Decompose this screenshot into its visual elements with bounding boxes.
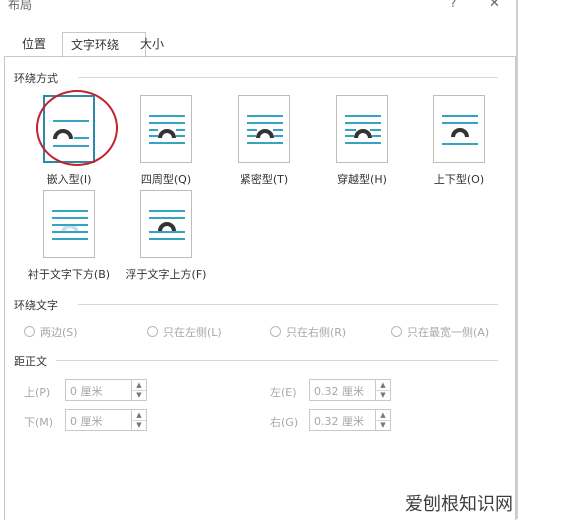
distance-top-label: 上(P) [24, 386, 51, 399]
wrap-label-tight: 紧密型(T) [239, 173, 289, 186]
wrap-text-section-label: 环绕文字 [14, 299, 58, 312]
highlight-ring [36, 90, 118, 166]
section-divider [78, 77, 498, 78]
spinner-value: 0 厘米 [70, 415, 103, 428]
radio-label: 只在左侧(L) [163, 326, 222, 339]
radio-label: 只在右侧(R) [286, 326, 347, 339]
spinner-value: 0 厘米 [70, 385, 103, 398]
wrap-thumb-behind-text [43, 190, 95, 258]
wrap-label-behind-text: 衬于文字下方(B) [27, 268, 111, 281]
wrap-label-top-bottom: 上下型(O) [433, 173, 485, 186]
radio-circle [391, 326, 402, 337]
wrap-thumb-top-bottom [433, 95, 485, 163]
distance-bottom-spinner[interactable]: 0 厘米 ▲ ▼ [65, 409, 147, 431]
behind-text-wrap-icon [52, 210, 88, 240]
radio-circle [270, 326, 281, 337]
spinner-buttons: ▲ ▼ [131, 380, 146, 400]
tab-size[interactable]: 大小 [132, 32, 178, 56]
in-front-of-text-wrap-icon [149, 210, 185, 240]
distance-bottom-label: 下(M) [24, 416, 54, 429]
layout-dialog: 布局 ? ✕ 位置 文字环绕 大小 环绕方式 嵌入型(I) 四周型(Q) 紧密型… [0, 0, 518, 520]
radio-circle [147, 326, 158, 337]
spinner-buttons: ▲ ▼ [375, 410, 390, 430]
distance-right-spinner[interactable]: 0.32 厘米 ▲ ▼ [309, 409, 391, 431]
radio-label: 两边(S) [40, 326, 78, 339]
title-bar: 布局 ? ✕ [0, 0, 516, 18]
section-divider [56, 360, 498, 361]
spinner-down-icon[interactable]: ▼ [376, 420, 390, 430]
distance-section-label: 距正文 [14, 355, 47, 368]
wrap-label-inline: 嵌入型(I) [46, 173, 92, 186]
square-wrap-icon [149, 115, 185, 144]
close-icon[interactable]: ✕ [489, 0, 500, 11]
wrap-thumb-square [140, 95, 192, 163]
radio-label: 只在最宽一侧(A) [407, 326, 490, 339]
wrap-option-tight[interactable]: 紧密型(T) [216, 95, 308, 187]
wrap-option-through[interactable]: 穿越型(H) [314, 95, 406, 187]
wrap-style-section-label: 环绕方式 [14, 72, 58, 85]
section-divider [78, 304, 498, 305]
distance-left-spinner[interactable]: 0.32 厘米 ▲ ▼ [309, 379, 391, 401]
wrap-thumb-tight [238, 95, 290, 163]
wrap-label-in-front-of-text: 浮于文字上方(F) [125, 268, 207, 281]
spinner-value: 0.32 厘米 [314, 415, 364, 428]
spinner-buttons: ▲ ▼ [131, 410, 146, 430]
distance-right-label: 右(G) [270, 416, 299, 429]
radio-circle [24, 326, 35, 337]
wrap-thumb-in-front-of-text [140, 190, 192, 258]
distance-left-label: 左(E) [270, 386, 297, 399]
dialog-border [516, 0, 518, 519]
wrap-option-in-front-of-text[interactable]: 浮于文字上方(F) [118, 190, 210, 282]
watermark-text: 爱刨根知识网 [405, 494, 513, 515]
wrap-label-square: 四周型(Q) [140, 173, 192, 186]
spinner-down-icon[interactable]: ▼ [132, 390, 146, 400]
spinner-down-icon[interactable]: ▼ [132, 420, 146, 430]
top-bottom-wrap-icon [442, 115, 478, 145]
spinner-down-icon[interactable]: ▼ [376, 390, 390, 400]
tab-position[interactable]: 位置 [14, 32, 56, 56]
wrap-thumb-through [336, 95, 388, 163]
distance-top-spinner[interactable]: 0 厘米 ▲ ▼ [65, 379, 147, 401]
wrap-option-behind-text[interactable]: 衬于文字下方(B) [21, 190, 113, 282]
wrap-option-top-bottom[interactable]: 上下型(O) [411, 95, 503, 187]
wrap-label-through: 穿越型(H) [337, 173, 387, 186]
help-icon[interactable]: ? [450, 0, 456, 10]
tight-wrap-icon [247, 115, 283, 144]
spinner-value: 0.32 厘米 [314, 385, 364, 398]
window-title: 布局 [8, 0, 33, 12]
spinner-buttons: ▲ ▼ [375, 380, 390, 400]
wrap-option-square[interactable]: 四周型(Q) [118, 95, 210, 187]
through-wrap-icon [345, 115, 381, 144]
